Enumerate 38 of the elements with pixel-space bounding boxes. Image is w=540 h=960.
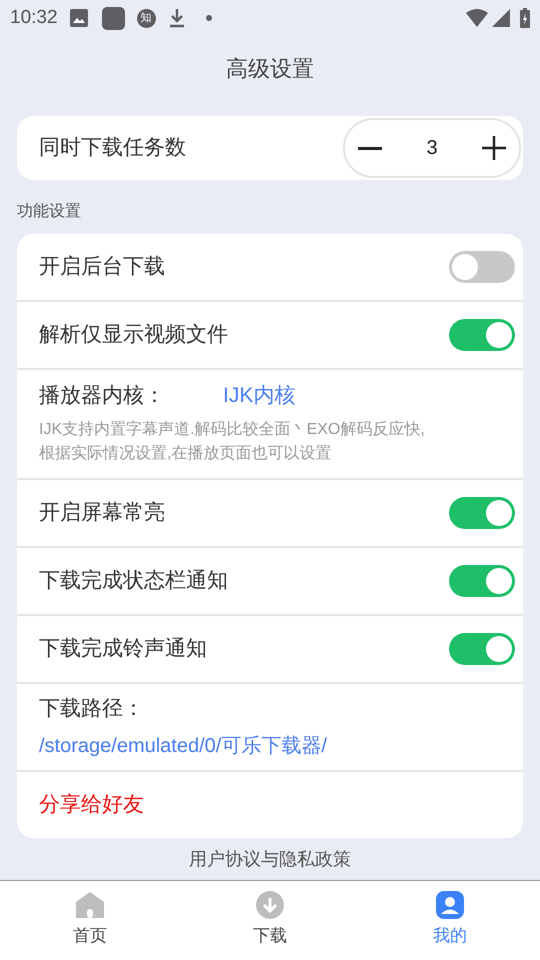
toggle-switch[interactable] (449, 565, 515, 597)
setting-label: 开启后台下载 (39, 254, 166, 280)
toggle-switch[interactable] (449, 497, 515, 529)
home-icon (75, 891, 105, 919)
stepper-value: 3 (426, 136, 438, 161)
page-title: 高级设置 (226, 54, 314, 82)
nav-tab[interactable]: 首页 (0, 881, 180, 960)
policy-link[interactable]: 用户协议与隐私政策 (189, 846, 351, 872)
app-icon (102, 6, 125, 30)
download-icon (256, 891, 284, 919)
setting-label: 解析仅显示视频文件 (39, 322, 229, 348)
wifi-icon (466, 9, 488, 27)
toggle-switch[interactable] (449, 319, 515, 351)
share-button[interactable]: 分享给好友 (17, 772, 523, 838)
nav-tab[interactable]: 下载 (180, 881, 360, 960)
setting-label: 同时下载任务数 (39, 135, 187, 162)
setting-label: 下载完成状态栏通知 (39, 568, 229, 594)
section-heading: 功能设置 (17, 202, 82, 222)
image-icon (70, 9, 88, 27)
plus-button[interactable] (481, 135, 507, 161)
signal-icon (492, 9, 510, 27)
setting-label: 播放器内核： (39, 383, 166, 409)
player-core-value[interactable]: IJK内核 (223, 380, 296, 412)
minus-icon (357, 146, 383, 150)
toggle-switch[interactable] (449, 633, 515, 665)
profile-icon (436, 891, 464, 919)
setting-description: IJK支持内置字幕声道.解码比较全面丶EXO解码反应快,根据实际情况设置,在播放页面也可以设置 (39, 420, 426, 464)
setting-label: 下载完成铃声通知 (39, 636, 208, 662)
setting-label: 下载路径： (39, 696, 145, 722)
battery-icon (520, 8, 530, 28)
status-time: 10:32 (10, 6, 58, 30)
toggle-switch[interactable] (449, 251, 515, 283)
nav-tab[interactable]: 我的 (360, 881, 540, 960)
setting-label: 开启屏幕常亮 (39, 500, 166, 526)
download-path[interactable]: /storage/emulated/0/可乐下载器/ (39, 730, 523, 761)
download-icon (168, 8, 186, 28)
plus-icon (481, 135, 507, 161)
notification-badge: 知 (136, 8, 156, 28)
